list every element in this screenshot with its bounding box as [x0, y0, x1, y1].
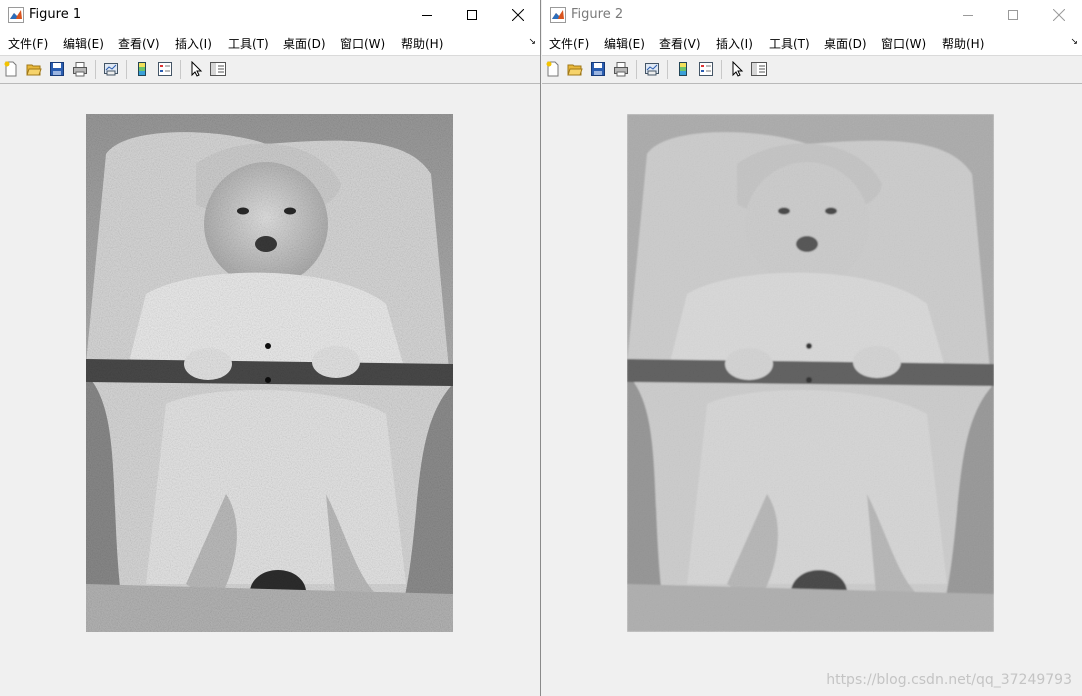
- menu-view[interactable]: 查看(V): [659, 35, 701, 52]
- close-icon: [1053, 8, 1065, 21]
- minimize-button[interactable]: [945, 0, 991, 29]
- print-icon[interactable]: [612, 60, 630, 78]
- menu-insert[interactable]: 插入(I): [716, 35, 753, 52]
- maximize-button[interactable]: [449, 0, 495, 29]
- toolbar-separator: [636, 60, 637, 79]
- menu-edit[interactable]: 编辑(E): [63, 35, 104, 52]
- matlab-logo-icon: [8, 7, 24, 23]
- insert-legend-icon[interactable]: [697, 60, 715, 78]
- menu-window[interactable]: 窗口(W): [340, 35, 385, 52]
- property-inspector-icon[interactable]: [750, 60, 768, 78]
- menu-help[interactable]: 帮助(H): [401, 35, 443, 52]
- toolbar-separator: [721, 60, 722, 79]
- title-bar[interactable]: Figure 1: [0, 0, 540, 29]
- edit-plot-icon[interactable]: [187, 60, 205, 78]
- figure-toolbar: [542, 56, 1082, 84]
- link-plot-icon[interactable]: [102, 60, 120, 78]
- toolbar-separator: [667, 60, 668, 79]
- open-file-icon[interactable]: [25, 60, 43, 78]
- minimize-icon: [422, 14, 432, 16]
- menu-desktop[interactable]: 桌面(D): [824, 35, 867, 52]
- dock-arrow-icon[interactable]: ↘: [528, 37, 536, 47]
- maximize-icon: [1008, 9, 1018, 20]
- matlab-logo-icon: [550, 7, 566, 23]
- menu-tools[interactable]: 工具(T): [769, 35, 810, 52]
- menu-bar: 文件(F) 编辑(E) 查看(V) 插入(I) 工具(T) 桌面(D) 窗口(W…: [542, 29, 1082, 56]
- window-title: Figure 1: [29, 7, 82, 22]
- save-icon[interactable]: [48, 60, 66, 78]
- figure-canvas: https://blog.csdn.net/qq_37249793: [542, 84, 1082, 696]
- minimize-icon: [963, 14, 973, 16]
- toolbar-separator: [180, 60, 181, 79]
- menu-file[interactable]: 文件(F): [549, 35, 589, 52]
- watermark-text: https://blog.csdn.net/qq_37249793: [826, 672, 1072, 688]
- new-figure-icon[interactable]: [544, 60, 562, 78]
- title-bar[interactable]: Figure 2: [542, 0, 1082, 29]
- toolbar-separator: [95, 60, 96, 79]
- menu-window[interactable]: 窗口(W): [881, 35, 926, 52]
- figure-window-1: Figure 1 文件(F) 编辑(E) 查看(V) 插入(I) 工具(T) 桌…: [0, 0, 541, 696]
- toolbar-separator: [126, 60, 127, 79]
- menu-bar: 文件(F) 编辑(E) 查看(V) 插入(I) 工具(T) 桌面(D) 窗口(W…: [0, 29, 540, 56]
- menu-help[interactable]: 帮助(H): [942, 35, 984, 52]
- open-file-icon[interactable]: [566, 60, 584, 78]
- menu-tools[interactable]: 工具(T): [228, 35, 269, 52]
- menu-desktop[interactable]: 桌面(D): [283, 35, 326, 52]
- print-icon[interactable]: [71, 60, 89, 78]
- save-icon[interactable]: [589, 60, 607, 78]
- insert-colorbar-icon[interactable]: [133, 60, 151, 78]
- maximize-icon: [467, 9, 477, 20]
- property-inspector-icon[interactable]: [209, 60, 227, 78]
- close-button[interactable]: [495, 0, 540, 29]
- window-title: Figure 2: [571, 7, 624, 22]
- insert-colorbar-icon[interactable]: [674, 60, 692, 78]
- close-button[interactable]: [1036, 0, 1082, 29]
- figure-window-2: Figure 2 文件(F) 编辑(E) 查看(V) 插入(I) 工具(T) 桌…: [542, 0, 1082, 696]
- maximize-button[interactable]: [990, 0, 1036, 29]
- menu-view[interactable]: 查看(V): [118, 35, 160, 52]
- close-icon: [512, 8, 524, 21]
- insert-legend-icon[interactable]: [156, 60, 174, 78]
- menu-edit[interactable]: 编辑(E): [604, 35, 645, 52]
- menu-file[interactable]: 文件(F): [8, 35, 48, 52]
- figure-toolbar: [0, 56, 540, 84]
- menu-insert[interactable]: 插入(I): [175, 35, 212, 52]
- dock-arrow-icon[interactable]: ↘: [1070, 37, 1078, 47]
- link-plot-icon[interactable]: [643, 60, 661, 78]
- filtered-image: [627, 114, 994, 632]
- minimize-button[interactable]: [404, 0, 450, 29]
- noisy-image: [86, 114, 453, 632]
- edit-plot-icon[interactable]: [728, 60, 746, 78]
- figure-canvas: [0, 84, 540, 696]
- new-figure-icon[interactable]: [2, 60, 20, 78]
